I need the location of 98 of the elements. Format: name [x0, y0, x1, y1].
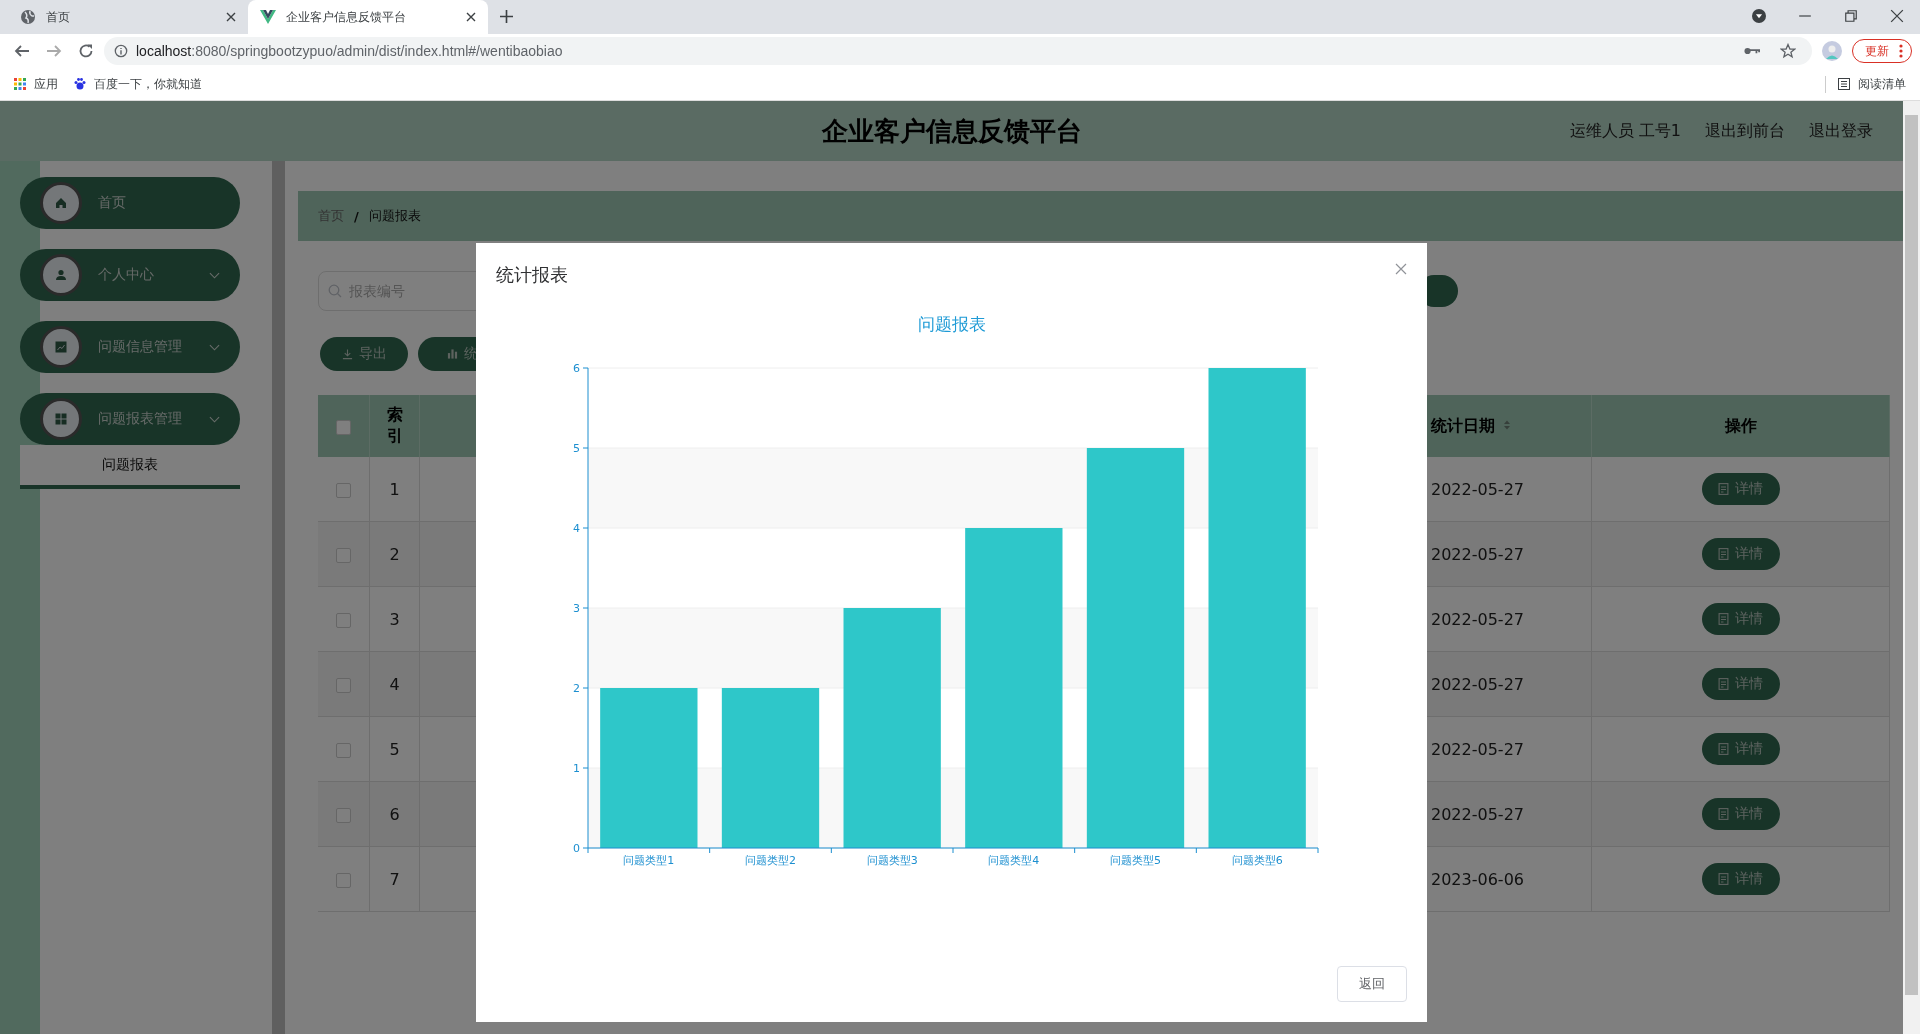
scrollbar[interactable]: [272, 161, 285, 1034]
axis-label: 问题类型6: [1231, 854, 1283, 867]
bar-chart-icon: [446, 348, 458, 360]
close-icon[interactable]: [226, 12, 236, 22]
person-icon: [40, 254, 82, 296]
avatar-icon[interactable]: [1822, 41, 1842, 61]
browser-tab[interactable]: 企业客户信息反馈平台: [248, 0, 488, 34]
axis-label: 问题类型5: [1109, 854, 1161, 867]
list-icon: [1838, 78, 1850, 90]
site-title: 企业客户信息反馈平台: [821, 114, 1082, 148]
detail-button[interactable]: 详情: [1701, 668, 1780, 700]
table-cell: 4: [369, 651, 420, 717]
home-icon: [40, 182, 82, 224]
table-cell: 6: [369, 781, 420, 847]
document-icon: [1718, 743, 1729, 755]
chevron-icon: [209, 343, 220, 351]
tab-title: 企业客户信息反馈平台: [286, 8, 407, 26]
checkbox[interactable]: [336, 742, 351, 758]
reload-icon[interactable]: [78, 43, 94, 59]
axis-label: 问题类型1: [622, 854, 674, 867]
table-header-cell: 操作: [1591, 395, 1890, 457]
axis-label: 0: [572, 842, 580, 855]
menu-item[interactable]: 个人中心: [20, 249, 240, 301]
plus-icon[interactable]: [500, 10, 513, 23]
checkbox[interactable]: [336, 807, 351, 823]
grid-icon: [40, 398, 82, 440]
search-icon: [328, 284, 342, 298]
bookmark[interactable]: 应用: [14, 75, 58, 93]
breadcrumb-separator: /: [354, 208, 359, 224]
tab-title: 首页: [46, 8, 71, 26]
chevron-icon: [209, 415, 220, 423]
table-cell: 7: [369, 846, 420, 912]
address-field[interactable]: localhost:8080/springbootzypuo/admin/dist/index.html#/wentibaobiao: [104, 37, 1812, 65]
axis-label: 5: [572, 442, 580, 455]
menu-item[interactable]: 首页: [20, 177, 240, 229]
back-button[interactable]: 返回: [1337, 966, 1407, 1002]
detail-button[interactable]: 详情: [1701, 603, 1780, 635]
detail-button[interactable]: 详情: [1701, 733, 1780, 765]
paw-icon: [74, 78, 86, 90]
axis-label: 2: [572, 682, 580, 695]
chart-title: 问题报表: [917, 313, 986, 336]
checkbox[interactable]: [336, 677, 351, 693]
axis-label: 1: [572, 762, 580, 775]
axis-label: 3: [572, 602, 580, 615]
breadcrumb-item: 问题报表: [368, 207, 421, 225]
header-link[interactable]: 退出登录: [1809, 120, 1873, 142]
apps-grid-icon: [14, 78, 26, 90]
document-icon: [1718, 613, 1729, 625]
v-logo-icon: [260, 9, 276, 25]
table-cell: 2: [369, 521, 420, 587]
header-link[interactable]: 退出到前台: [1705, 120, 1785, 142]
back-icon[interactable]: [14, 43, 30, 59]
detail-button[interactable]: 详情: [1701, 473, 1780, 505]
info-icon: [114, 44, 128, 58]
more-icon[interactable]: [1899, 44, 1903, 58]
checkbox[interactable]: [336, 872, 351, 888]
star-icon[interactable]: [1780, 43, 1796, 59]
update-button[interactable]: 更新: [1852, 39, 1912, 63]
restore-icon[interactable]: [1844, 9, 1858, 23]
axis-label: 4: [572, 522, 580, 535]
globe-icon: [20, 9, 36, 25]
scrollbar-thumb[interactable]: [1905, 115, 1918, 995]
document-icon: [1718, 808, 1729, 820]
menu-item[interactable]: 问题报表管理: [20, 393, 240, 445]
forward-icon[interactable]: [46, 43, 62, 59]
bookmark[interactable]: 百度一下，你就知道: [74, 75, 202, 93]
menu-item[interactable]: 问题信息管理: [20, 321, 240, 373]
checkbox[interactable]: [336, 547, 351, 563]
dropdown-icon[interactable]: [1752, 9, 1766, 23]
document-icon: [1718, 548, 1729, 560]
detail-button[interactable]: 详情: [1701, 798, 1780, 830]
download-icon: [341, 348, 353, 360]
table-header-cell: 索引: [369, 395, 420, 457]
chart-icon: [40, 326, 82, 368]
checkbox[interactable]: [336, 482, 351, 498]
axis-label: 问题类型3: [866, 854, 918, 867]
chevron-icon: [209, 271, 220, 279]
reading-list-button[interactable]: 阅读清单: [1825, 75, 1906, 93]
document-icon: [1718, 678, 1729, 690]
document-icon: [1718, 873, 1729, 885]
table-cell: 3: [369, 586, 420, 652]
close-icon[interactable]: [1890, 9, 1904, 23]
export-button[interactable]: 导出: [320, 337, 408, 371]
axis-label: 问题类型4: [987, 854, 1039, 867]
axis-label: 问题类型2: [744, 854, 796, 867]
detail-button[interactable]: 详情: [1701, 538, 1780, 570]
user-label: 运维人员 工号1: [1569, 120, 1681, 142]
document-icon: [1718, 483, 1729, 495]
close-icon[interactable]: [466, 12, 476, 22]
checkbox[interactable]: [336, 419, 351, 435]
table-cell: 5: [369, 716, 420, 782]
submenu-item[interactable]: 问题报表: [20, 445, 240, 489]
detail-button[interactable]: 详情: [1701, 863, 1780, 895]
sort-icon[interactable]: [1503, 418, 1511, 431]
axis-label: 6: [572, 362, 580, 375]
browser-tab[interactable]: 首页: [8, 0, 248, 34]
table-cell: 1: [369, 457, 420, 522]
checkbox[interactable]: [336, 612, 351, 628]
